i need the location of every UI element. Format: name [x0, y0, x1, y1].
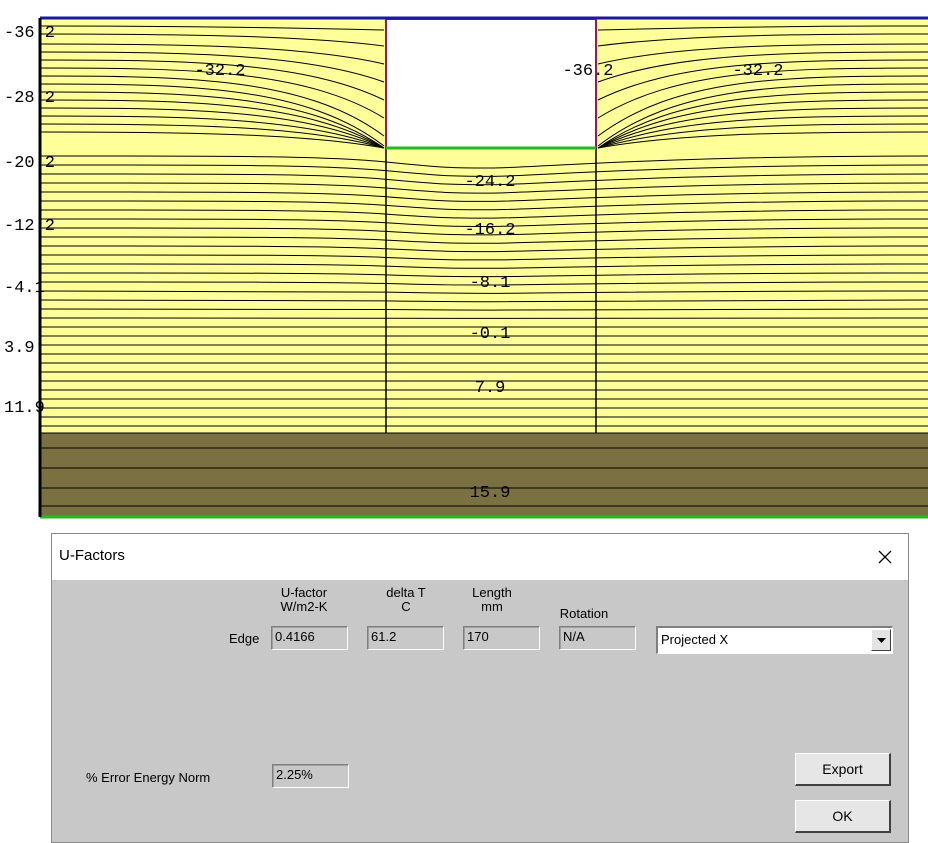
ufactor-header: U-factor W/m2-K — [269, 586, 339, 614]
delta-t-field: 61.2 — [367, 626, 444, 650]
close-button[interactable] — [862, 534, 908, 580]
edge-label: Edge — [229, 631, 259, 646]
export-button[interactable]: Export — [795, 753, 891, 786]
delta-t-header: delta T C — [376, 586, 436, 614]
contour-label: 7.9 — [475, 379, 506, 398]
rotation-header: Rotation — [549, 607, 619, 621]
cavity — [386, 19, 596, 148]
contour-label: 15.9 — [470, 484, 511, 503]
contour-label: -24.2 — [464, 173, 515, 192]
chevron-down-icon[interactable] — [871, 629, 891, 651]
lower-material-region — [40, 433, 928, 517]
isotherm-plot: -32.2 -36.2 -32.2 -24.2 -16.2 -8.1 -0.1 7.9 15.9… — [0, 0, 928, 520]
rotation-field: N/A — [559, 626, 636, 650]
contour-label: -0.1 — [470, 325, 511, 344]
error-energy-label: % Error Energy Norm — [86, 770, 210, 785]
projection-select[interactable]: Projected X — [656, 626, 893, 654]
dialog-titlebar: U-Factors — [52, 534, 908, 580]
dialog-title: U-Factors — [59, 547, 125, 564]
contour-label: -32.2 — [732, 62, 783, 81]
contour-label: -16.2 — [464, 221, 515, 240]
contour-label: -8.1 — [470, 274, 511, 293]
axis-label: -12.2 — [4, 217, 55, 236]
axis-label: -20.2 — [4, 154, 55, 173]
contour-label: -32.2 — [194, 62, 245, 81]
axis-label: 3.9 — [4, 339, 35, 358]
contour-label: -36.2 — [562, 62, 613, 81]
axis-label: -36.2 — [4, 24, 55, 43]
projection-select-value: Projected X — [661, 632, 728, 647]
axis-label: 11.9 — [4, 399, 45, 418]
u-factors-dialog: U-Factors U-factor W/m2-K delta T C Leng… — [51, 533, 909, 843]
length-header: Length mm — [462, 586, 522, 614]
ok-button[interactable]: OK — [795, 800, 891, 833]
axis-label: -4.1 — [4, 279, 45, 298]
axis-label: -28.2 — [4, 89, 55, 108]
ufactor-field: 0.4166 — [271, 626, 348, 650]
error-energy-field: 2.25% — [272, 764, 349, 788]
length-field: 170 — [463, 626, 540, 650]
close-icon — [878, 550, 892, 564]
